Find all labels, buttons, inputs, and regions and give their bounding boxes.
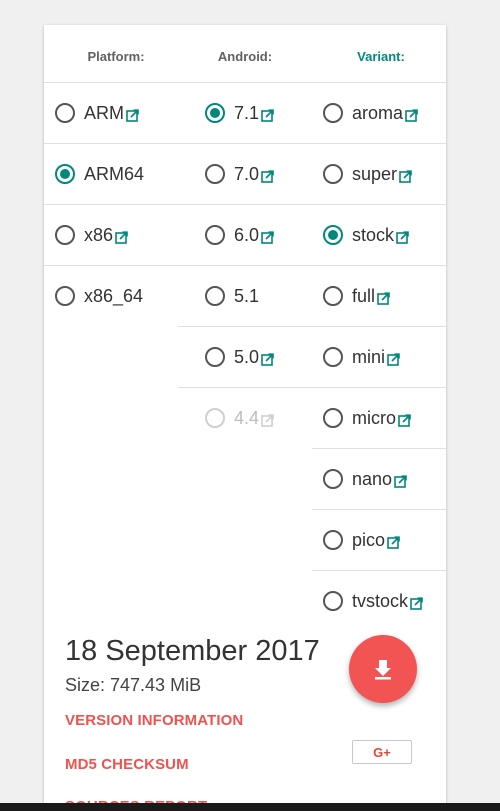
radio-unchecked-icon[interactable] — [205, 286, 225, 306]
variant-option[interactable]: mini — [323, 327, 400, 387]
variant-option-label: super — [352, 163, 398, 184]
android-option[interactable]: 6.0 — [205, 205, 274, 265]
variant-option-label: micro — [352, 407, 396, 428]
variant-option-label: full — [352, 285, 376, 306]
android-option-label: 4.4 — [234, 407, 260, 428]
external-link-icon[interactable] — [261, 169, 274, 183]
android-option-label: 5.1 — [234, 285, 260, 306]
variant-option-label: stock — [352, 224, 395, 245]
variant-option[interactable]: tvstock — [323, 571, 423, 631]
radio-checked-icon[interactable] — [205, 103, 225, 123]
platform-option-label: x86 — [84, 224, 114, 245]
platform-option[interactable]: ARM64 — [55, 144, 144, 204]
external-link-icon[interactable] — [394, 474, 407, 488]
download-icon — [375, 660, 391, 680]
radio-unchecked-icon[interactable] — [323, 103, 343, 123]
radio-unchecked-icon[interactable] — [323, 591, 343, 611]
platform-option[interactable]: ARM — [55, 83, 139, 143]
external-link-icon[interactable] — [261, 413, 274, 427]
external-link-icon[interactable] — [261, 230, 274, 244]
android-option[interactable]: 7.1 — [205, 83, 274, 143]
external-link-icon[interactable] — [261, 352, 274, 366]
variant-option[interactable]: aroma — [323, 83, 418, 143]
variant-option[interactable]: pico — [323, 510, 400, 570]
radio-unchecked-icon[interactable] — [55, 286, 75, 306]
variant-option[interactable]: stock — [323, 205, 409, 265]
external-link-icon[interactable] — [261, 108, 274, 122]
platform-option-label: ARM — [84, 102, 124, 123]
radio-unchecked-icon[interactable] — [55, 225, 75, 245]
radio-unchecked-icon[interactable] — [55, 103, 75, 123]
variant-option[interactable]: full — [323, 266, 390, 326]
radio-unchecked-icon[interactable] — [323, 530, 343, 550]
radio-checked-icon[interactable] — [323, 225, 343, 245]
android-option[interactable]: 7.0 — [205, 144, 274, 204]
android-option[interactable]: 5.0 — [205, 327, 274, 387]
md5-checksum-link[interactable]: MD5 CHECKSUM — [65, 756, 189, 773]
variant-option-label: aroma — [352, 102, 404, 123]
external-link-icon[interactable] — [115, 230, 128, 244]
platform-option[interactable]: x86_64 — [55, 266, 143, 326]
variant-option-label: nano — [352, 468, 393, 489]
radio-unchecked-icon[interactable] — [323, 469, 343, 489]
variant-option-label: mini — [352, 346, 386, 367]
radio-unchecked-icon[interactable] — [205, 225, 225, 245]
variant-header: Variant: — [357, 49, 405, 64]
radio-unchecked-icon[interactable] — [323, 347, 343, 367]
platform-option-label: ARM64 — [84, 163, 145, 184]
android-option-label: 6.0 — [234, 224, 260, 245]
platform-option[interactable]: x86 — [55, 205, 128, 265]
android-option-label: 5.0 — [234, 346, 260, 367]
external-link-icon[interactable] — [405, 108, 418, 122]
download-button[interactable] — [349, 635, 417, 703]
external-link-icon[interactable] — [398, 413, 411, 427]
android-option[interactable]: 5.1 — [205, 266, 259, 326]
external-link-icon[interactable] — [387, 535, 400, 549]
android-option: 4.4 — [205, 388, 274, 448]
radio-unchecked-icon — [205, 408, 225, 428]
platform-header: Platform: — [87, 49, 145, 64]
variant-option-label: tvstock — [352, 590, 409, 611]
variant-option[interactable]: micro — [323, 388, 411, 448]
radio-unchecked-icon[interactable] — [205, 347, 225, 367]
external-link-icon[interactable] — [387, 352, 400, 366]
radio-unchecked-icon[interactable] — [205, 164, 225, 184]
android-header: Android: — [217, 49, 273, 64]
variant-option[interactable]: nano — [323, 449, 407, 509]
external-link-icon[interactable] — [399, 169, 412, 183]
android-option-label: 7.0 — [234, 163, 260, 184]
radio-checked-icon[interactable] — [55, 164, 75, 184]
android-option-label: 7.1 — [234, 102, 260, 123]
release-size: Size: 747.43 MiB — [65, 675, 202, 695]
radio-unchecked-icon[interactable] — [323, 164, 343, 184]
external-link-icon[interactable] — [396, 230, 409, 244]
google-plus-button[interactable]: G+ — [352, 740, 412, 764]
radio-unchecked-icon[interactable] — [323, 408, 343, 428]
variant-option[interactable]: super — [323, 144, 412, 204]
radio-unchecked-icon[interactable] — [323, 286, 343, 306]
release-date: 18 September 2017 — [65, 635, 320, 667]
system-nav-bar — [0, 803, 500, 811]
version-information-link[interactable]: VERSION INFORMATION — [65, 712, 243, 729]
external-link-icon[interactable] — [410, 596, 423, 610]
external-link-icon[interactable] — [126, 108, 139, 122]
variant-option-label: pico — [352, 529, 386, 550]
platform-option-label: x86_64 — [84, 285, 144, 306]
external-link-icon[interactable] — [377, 291, 390, 305]
download-card: Platform: Android: Variant: 18 September… — [44, 25, 446, 811]
